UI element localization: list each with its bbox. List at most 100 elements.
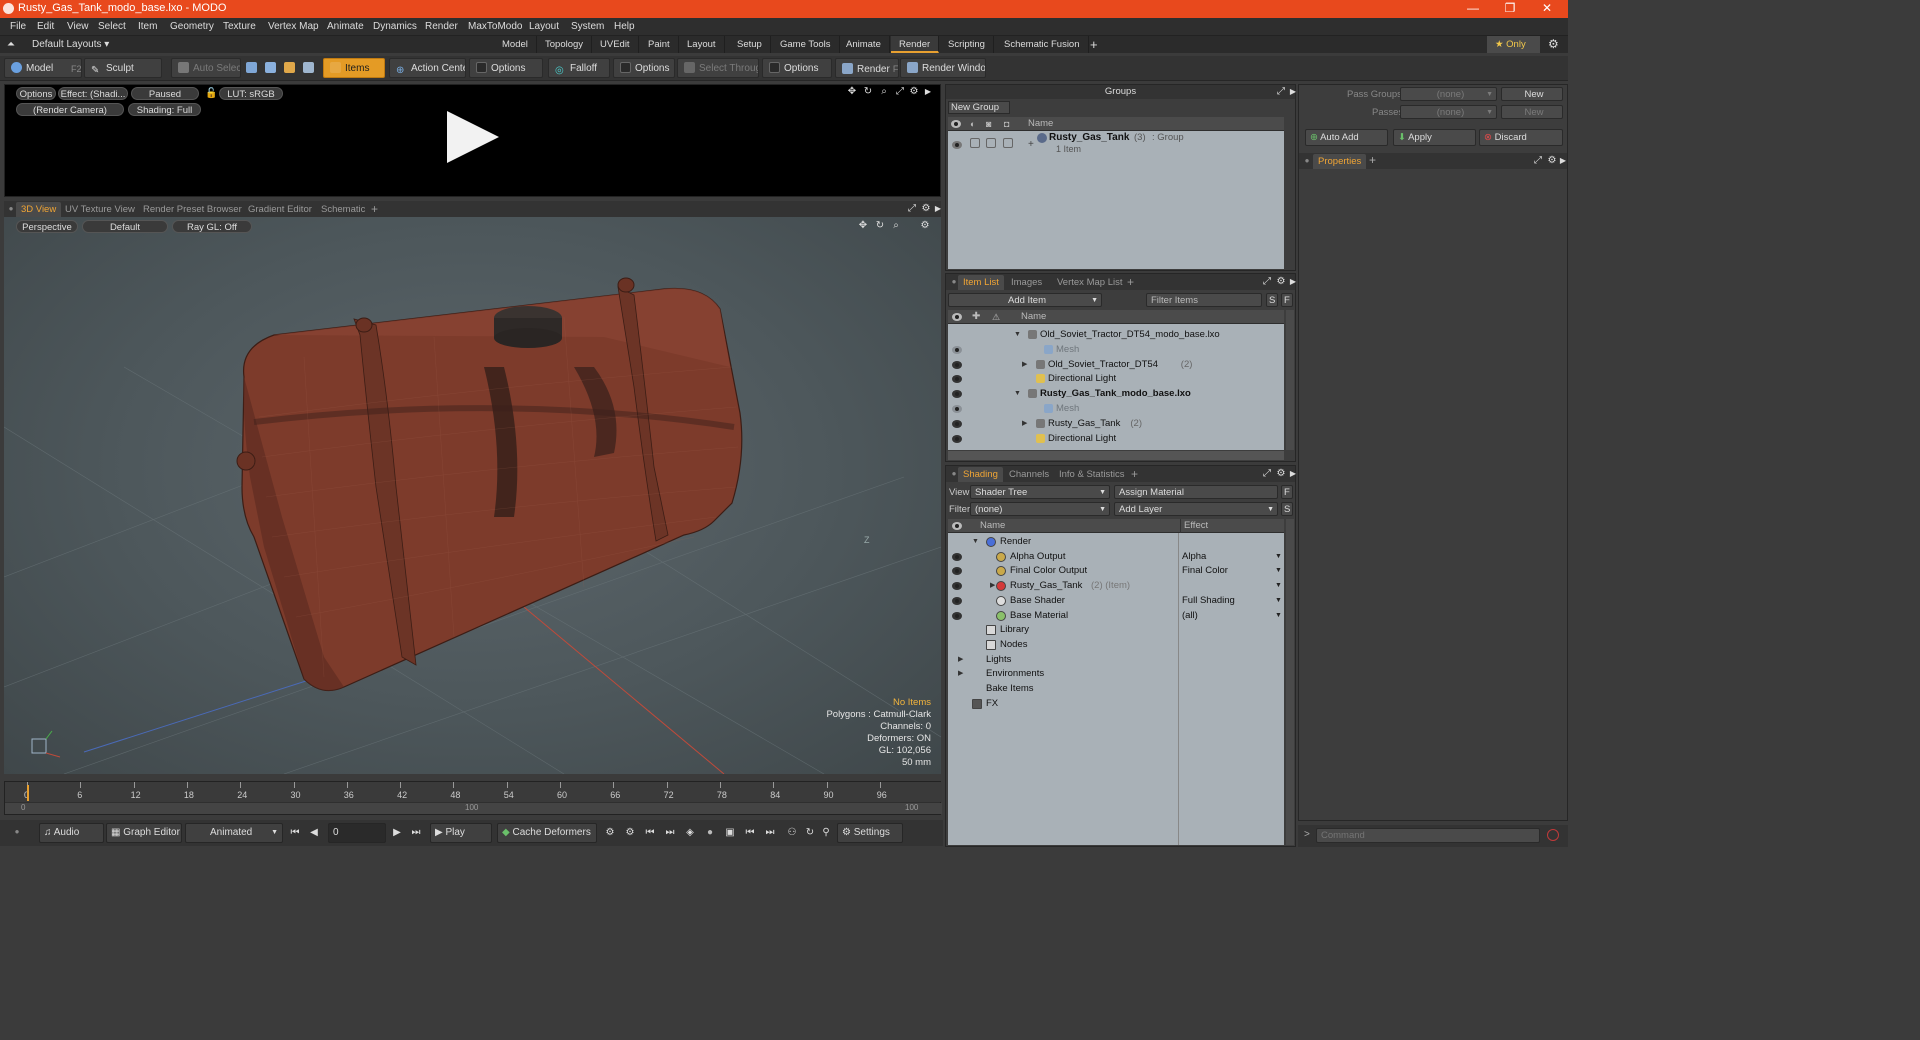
menu-animate[interactable]: Animate xyxy=(327,21,364,32)
item-list-row[interactable]: ▼ Old_Soviet_Tractor_DT54_modo_base.lxo xyxy=(948,328,1284,342)
menu-vertex-map[interactable]: Vertex Map xyxy=(268,21,319,32)
audio-button[interactable]: ♫ Audio xyxy=(39,823,104,843)
item-visibility-eye-icon[interactable] xyxy=(952,405,962,413)
action-center-options-button[interactable]: Options xyxy=(469,58,543,78)
layout-tab-game-tools[interactable]: Game Tools xyxy=(772,36,840,53)
group-row-rusty-gas-tank[interactable]: + Rusty_Gas_Tank (3) : Group 1 Item xyxy=(948,131,1284,159)
new-pass-group-button[interactable]: New xyxy=(1501,87,1563,101)
menu-file[interactable]: File xyxy=(10,21,26,32)
add-shading-tab-button[interactable]: + xyxy=(1126,467,1143,482)
effect-dropdown-arrow-icon[interactable]: ▼ xyxy=(1275,550,1282,564)
falloff-options-button[interactable]: Options xyxy=(613,58,675,78)
group-render-toggle[interactable] xyxy=(970,138,980,148)
effect-dropdown-arrow-icon[interactable]: ▼ xyxy=(1275,594,1282,608)
add-item-list-tab-button[interactable]: + xyxy=(1122,275,1139,290)
effect-dropdown-arrow-icon[interactable]: ▼ xyxy=(1275,609,1282,623)
item-expand-toggle-icon[interactable]: ▼ xyxy=(1014,328,1021,342)
shader-visibility-eye-icon[interactable] xyxy=(952,596,962,605)
shader-effect-value[interactable]: Alpha xyxy=(1182,550,1206,564)
new-group-button[interactable]: New Group xyxy=(948,101,1010,114)
add-layout-tab-button[interactable]: + xyxy=(1090,37,1098,52)
key-filter-icon[interactable]: ▣ xyxy=(725,828,735,838)
render-window-button[interactable]: Render Window xyxy=(900,58,986,78)
step-forward-icon[interactable]: ▶ xyxy=(392,828,402,838)
menu-system[interactable]: System xyxy=(571,21,604,32)
shader-expand-toggle-icon[interactable]: ▶ xyxy=(958,667,963,681)
lock-icon[interactable]: 🔓 xyxy=(205,89,217,99)
add-item-dropdown[interactable]: Add Item ▼ xyxy=(948,293,1102,307)
command-input[interactable] xyxy=(1316,828,1540,843)
prev-key-icon[interactable]: ⏮ xyxy=(645,828,655,838)
shading-f-button[interactable]: F xyxy=(1281,485,1293,499)
item-list-row[interactable]: ▶ Rusty_Gas_Tank (2) xyxy=(948,417,1284,431)
settings-gear-icon[interactable]: ⚙ xyxy=(1548,38,1559,50)
timeline[interactable]: 0 6 12 18 24 30 36 42 48 54 60 66 72 78 84 90 96 0 100 100 xyxy=(4,781,942,815)
group-expand-icon[interactable]: + xyxy=(1028,139,1034,150)
layout-tab-model[interactable]: Model xyxy=(494,36,537,53)
effect-dropdown-arrow-icon[interactable]: ▼ xyxy=(1275,579,1282,593)
next-marker-icon[interactable]: ⏭ xyxy=(765,828,775,838)
item-list-row[interactable]: ▶ Old_Soviet_Tractor_DT54 (2) xyxy=(948,358,1284,372)
menu-maxtomodo[interactable]: MaxToModo xyxy=(468,21,522,32)
view-expand-icon[interactable]: ⤢ xyxy=(907,204,917,214)
transport-menu-dot-icon[interactable]: ● xyxy=(12,827,22,837)
shading-menu-arrow-icon[interactable]: ▶ xyxy=(1288,469,1298,479)
shader-tree-row[interactable]: Base Material (all) ▼ xyxy=(948,609,1284,623)
shader-tree-row[interactable]: ▶ Environments xyxy=(948,667,1284,681)
select-through-options-button[interactable]: Options xyxy=(762,58,832,78)
shading-s-button[interactable]: S xyxy=(1281,502,1293,516)
view-tab-3d-view[interactable]: 3D View xyxy=(16,202,62,217)
falloff-button[interactable]: ◎ Falloff xyxy=(548,58,610,78)
preview-paused-toggle[interactable]: Paused xyxy=(131,87,199,100)
tab-info-statistics[interactable]: Info & Statistics xyxy=(1054,467,1129,482)
play-icon[interactable] xyxy=(445,109,501,165)
properties-expand-icon[interactable]: ⤢ xyxy=(1533,156,1543,166)
timeline-settings-button[interactable]: ⚙ Settings xyxy=(837,823,903,843)
shader-visibility-eye-icon[interactable] xyxy=(952,582,962,591)
tab-vertex-map-list[interactable]: Vertex Map List xyxy=(1052,275,1127,290)
shader-tree-row[interactable]: Alpha Output Alpha ▼ xyxy=(948,550,1284,564)
sculpt-mode-button[interactable]: ✎ Sculpt xyxy=(84,58,162,78)
edges-mode-icon[interactable] xyxy=(265,62,276,73)
menu-select[interactable]: Select xyxy=(98,21,126,32)
materials-mode-icon[interactable] xyxy=(303,62,314,73)
item-list-menu-arrow-icon[interactable]: ▶ xyxy=(1288,277,1298,287)
auto-key-icon[interactable]: ◈ xyxy=(685,828,695,838)
tab-channels[interactable]: Channels xyxy=(1004,467,1054,482)
minimize-button[interactable]: — xyxy=(1455,0,1491,18)
shader-effect-value[interactable]: Final Color xyxy=(1182,564,1228,578)
effect-dropdown-arrow-icon[interactable]: ▼ xyxy=(1275,564,1282,578)
add-layer-dropdown[interactable]: Add Layer ▼ xyxy=(1114,502,1278,516)
shader-tree-row[interactable]: Bake Items xyxy=(948,682,1284,696)
properties-menu-arrow-icon[interactable]: ▶ xyxy=(1558,156,1568,166)
ray-gl-toggle[interactable]: Ray GL: Off xyxy=(172,220,252,233)
menu-dynamics[interactable]: Dynamics xyxy=(373,21,417,32)
expand-icon[interactable]: ⤢ xyxy=(895,87,905,97)
step-back-icon[interactable]: ◀ xyxy=(309,828,319,838)
viewport-move-icon[interactable]: ✥ xyxy=(858,221,868,231)
only-toggle[interactable]: ★ Only xyxy=(1487,36,1540,53)
group-select-toggle[interactable] xyxy=(1003,138,1013,148)
layout-preset-dropdown[interactable]: Default Layouts ▾ xyxy=(32,39,109,50)
go-to-end-icon[interactable]: ⏭ xyxy=(411,828,421,838)
shader-tree-row[interactable]: Library xyxy=(948,623,1284,637)
auto-add-button[interactable]: ⊕ Auto Add xyxy=(1305,129,1388,146)
menu-texture[interactable]: Texture xyxy=(223,21,256,32)
shader-visibility-eye-icon[interactable] xyxy=(952,552,962,561)
close-button[interactable]: ✕ xyxy=(1529,0,1565,18)
layout-tab-render[interactable]: Render xyxy=(891,36,940,53)
shader-expand-toggle-icon[interactable]: ▼ xyxy=(972,535,979,549)
ghost-icon[interactable]: ⚇ xyxy=(787,828,797,838)
preview-options-button[interactable]: Options xyxy=(16,87,56,100)
shader-expand-toggle-icon[interactable]: ▶ xyxy=(958,653,963,667)
cache-deformers-button[interactable]: ◆ Cache Deformers xyxy=(497,823,597,843)
tab-item-list[interactable]: Item List xyxy=(958,275,1004,290)
passes-dropdown[interactable]: (none) ▼ xyxy=(1400,105,1497,119)
discard-button[interactable]: ⊗ Discard xyxy=(1479,129,1563,146)
item-expand-toggle-icon[interactable]: ▶ xyxy=(1022,358,1027,372)
properties-gear-icon[interactable]: ⚙ xyxy=(1547,156,1557,166)
item-visibility-eye-icon[interactable] xyxy=(952,390,962,399)
snap-icon[interactable]: ⚲ xyxy=(821,828,831,838)
command-clear-icon[interactable] xyxy=(1547,829,1559,841)
shader-effect-value[interactable]: (all) xyxy=(1182,609,1198,623)
